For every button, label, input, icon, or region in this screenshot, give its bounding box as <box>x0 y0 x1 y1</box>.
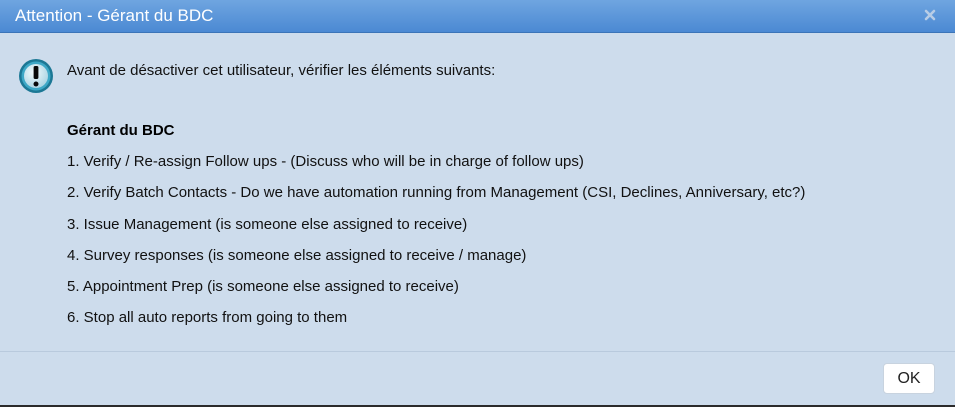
info-exclamation-icon <box>19 59 53 93</box>
attention-dialog: Attention - Gérant du BDC Avant de désac… <box>0 0 955 405</box>
close-icon[interactable] <box>923 8 937 22</box>
ok-button[interactable]: OK <box>883 363 935 394</box>
checklist-item: 4. Survey responses (is someone else ass… <box>67 246 527 264</box>
dialog-title: Attention - Gérant du BDC <box>15 6 214 25</box>
checklist: 1. Verify / Re-assign Follow ups - (Disc… <box>67 153 805 341</box>
dialog-titlebar[interactable]: Attention - Gérant du BDC <box>0 0 955 33</box>
checklist-item: 5. Appointment Prep (is someone else ass… <box>67 278 459 296</box>
section-heading: Gérant du BDC <box>67 122 175 139</box>
checklist-item: 2. Verify Batch Contacts - Do we have au… <box>67 184 806 202</box>
checklist-item: 6. Stop all auto reports from going to t… <box>67 309 348 327</box>
checklist-item: 1. Verify / Re-assign Follow ups - (Disc… <box>67 153 584 170</box>
checklist-item: 3. Issue Management (is someone else ass… <box>67 215 468 233</box>
dialog-intro-text: Avant de désactiver cet utilisateur, vér… <box>67 62 496 79</box>
footer-divider <box>0 351 955 352</box>
dialog-content: Avant de désactiver cet utilisateur, vér… <box>0 33 955 351</box>
